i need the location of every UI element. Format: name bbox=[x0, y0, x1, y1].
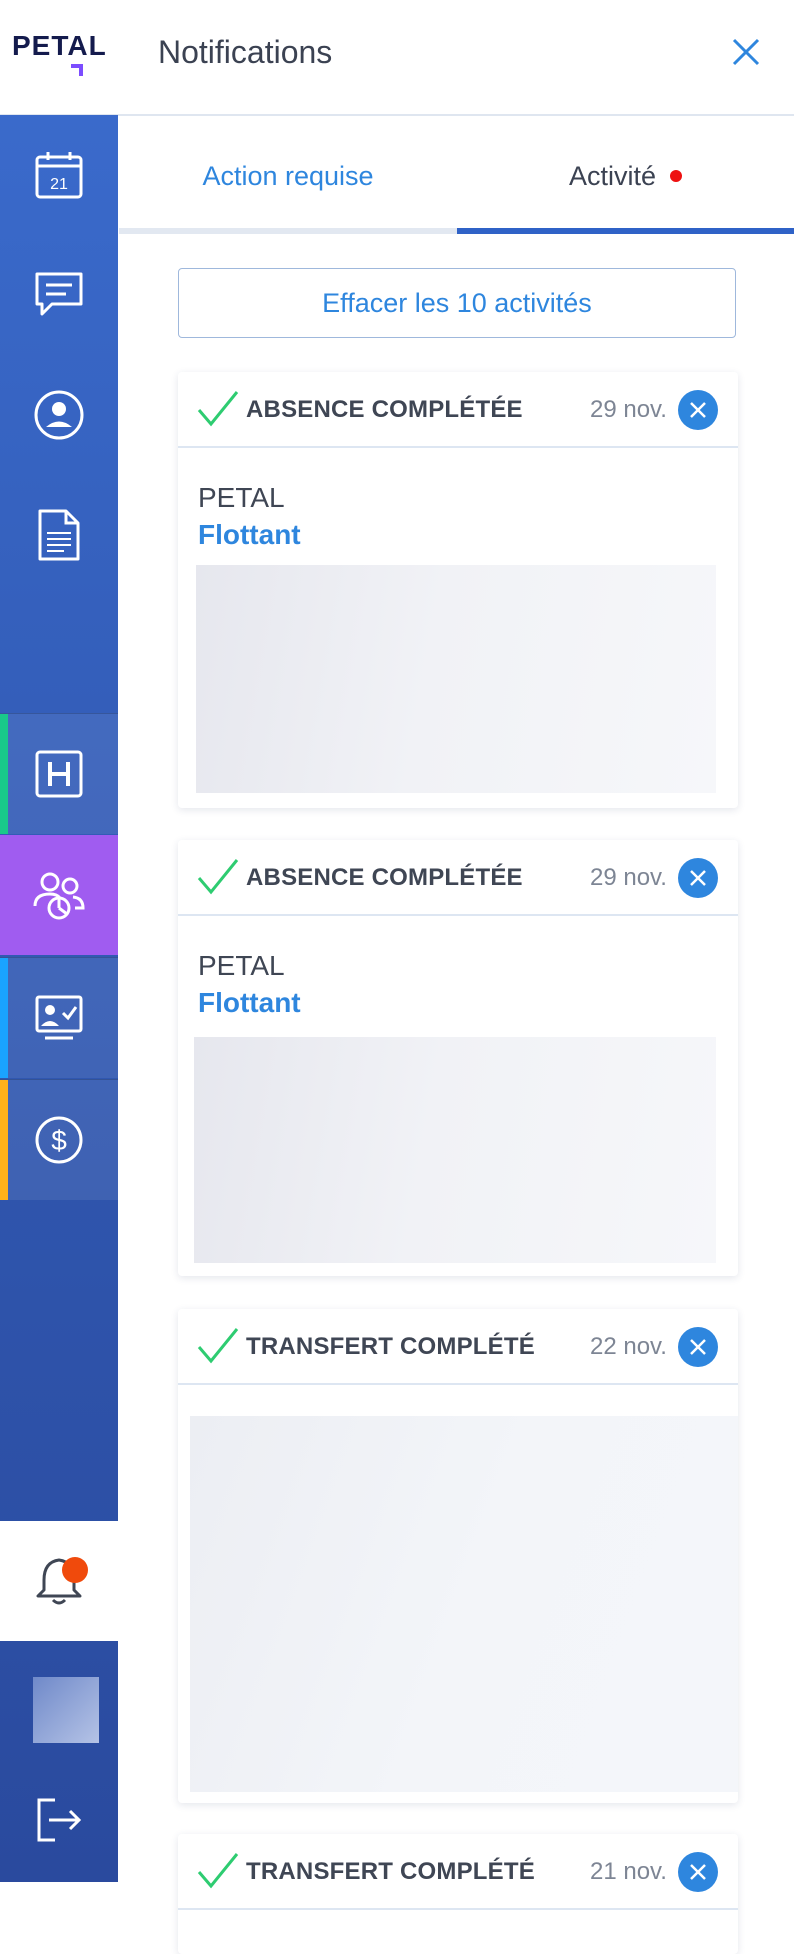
page-title: Notifications bbox=[158, 34, 333, 70]
logout-icon bbox=[37, 1798, 82, 1842]
close-icon bbox=[690, 870, 706, 886]
notification-card: ABSENCE COMPLÉTÉE 29 nov. PETAL Flottant bbox=[178, 372, 738, 808]
blurred-content bbox=[196, 565, 716, 793]
dollar-icon: $ bbox=[35, 1116, 83, 1164]
team-icon bbox=[33, 872, 85, 920]
tab-activity-label: Activité bbox=[568, 160, 657, 191]
card-header: TRANSFERT COMPLÉTÉ 21 nov. bbox=[178, 1834, 738, 1910]
logout-button[interactable] bbox=[0, 1765, 118, 1875]
user-icon bbox=[34, 390, 84, 440]
timesheet-accent bbox=[0, 958, 8, 1078]
sidebar-item-payroll[interactable]: $ bbox=[0, 1079, 118, 1200]
petal-logo: PETAL bbox=[12, 30, 107, 80]
card-date: 22 nov. bbox=[590, 1333, 667, 1360]
sidebar-item-profile[interactable] bbox=[0, 355, 118, 475]
close-panel-button[interactable] bbox=[724, 30, 768, 74]
card-date: 29 nov. bbox=[590, 396, 667, 423]
hospital-accent bbox=[0, 714, 8, 834]
check-icon bbox=[197, 1328, 239, 1364]
avatar[interactable] bbox=[33, 1677, 99, 1743]
sidebar-item-hospital[interactable] bbox=[0, 713, 118, 834]
unread-dot bbox=[670, 170, 683, 182]
card-header: ABSENCE COMPLÉTÉE 29 nov. bbox=[178, 840, 738, 916]
sidebar-item-documents[interactable] bbox=[0, 475, 118, 595]
card-title: ABSENCE COMPLÉTÉE bbox=[246, 396, 523, 423]
card-header: ABSENCE COMPLÉTÉE 29 nov. bbox=[178, 372, 738, 448]
notification-card: TRANSFERT COMPLÉTÉ 21 nov. bbox=[178, 1834, 738, 1954]
check-icon bbox=[197, 859, 239, 895]
logo-mark bbox=[71, 64, 83, 76]
sidebar-item-notifications[interactable] bbox=[0, 1521, 118, 1641]
sidebar-item-calendar[interactable]: 21 bbox=[0, 115, 118, 235]
card-date: 29 nov. bbox=[590, 864, 667, 891]
card-header: TRANSFERT COMPLÉTÉ 22 nov. bbox=[178, 1309, 738, 1385]
close-icon bbox=[732, 38, 760, 66]
tab-underline bbox=[119, 228, 457, 234]
clear-activities-button[interactable]: Effacer les 10 activités bbox=[178, 268, 736, 338]
dismiss-button[interactable] bbox=[678, 1327, 718, 1367]
card-organization: PETAL bbox=[198, 950, 285, 981]
card-title: TRANSFERT COMPLÉTÉ bbox=[246, 1333, 535, 1360]
tab-action-required-label: Action requise bbox=[202, 160, 374, 191]
top-bar: PETAL Notifications bbox=[0, 0, 794, 116]
sidebar-item-timesheet[interactable] bbox=[0, 957, 118, 1078]
document-icon bbox=[38, 509, 80, 561]
blurred-content bbox=[194, 1037, 716, 1263]
clear-activities-label: Effacer les 10 activités bbox=[322, 287, 592, 318]
payroll-accent bbox=[0, 1080, 8, 1200]
notification-card: ABSENCE COMPLÉTÉE 29 nov. PETAL Flottant bbox=[178, 840, 738, 1276]
sidebar-item-messages[interactable] bbox=[0, 235, 118, 355]
tab-action-required[interactable]: Action requise bbox=[119, 116, 457, 236]
blurred-content bbox=[190, 1416, 738, 1792]
card-organization: PETAL bbox=[198, 482, 285, 513]
card-subtitle: Flottant bbox=[198, 519, 301, 550]
check-icon bbox=[197, 391, 239, 427]
check-icon bbox=[197, 1853, 239, 1889]
dismiss-button[interactable] bbox=[678, 390, 718, 430]
close-icon bbox=[690, 1339, 706, 1355]
presentation-check-icon bbox=[35, 995, 83, 1040]
logo-text: PETAL bbox=[12, 30, 107, 61]
tab-activity[interactable]: Activité bbox=[457, 116, 794, 236]
close-icon bbox=[690, 1864, 706, 1880]
svg-text:$: $ bbox=[51, 1125, 67, 1156]
calendar-day: 21 bbox=[50, 176, 68, 193]
tab-active-indicator bbox=[457, 228, 794, 234]
dismiss-button[interactable] bbox=[678, 858, 718, 898]
sidebar-item-team[interactable] bbox=[0, 835, 118, 955]
notification-badge bbox=[62, 1557, 88, 1583]
chat-icon bbox=[35, 272, 83, 316]
tab-bar: Action requise Activité bbox=[119, 116, 794, 236]
card-subtitle: Flottant bbox=[198, 987, 301, 1018]
dismiss-button[interactable] bbox=[678, 1852, 718, 1892]
card-title: ABSENCE COMPLÉTÉE bbox=[246, 864, 523, 891]
close-icon bbox=[690, 402, 706, 418]
hospital-icon bbox=[35, 750, 83, 798]
notification-card: TRANSFERT COMPLÉTÉ 22 nov. bbox=[178, 1309, 738, 1803]
calendar-icon: 21 bbox=[35, 152, 83, 199]
